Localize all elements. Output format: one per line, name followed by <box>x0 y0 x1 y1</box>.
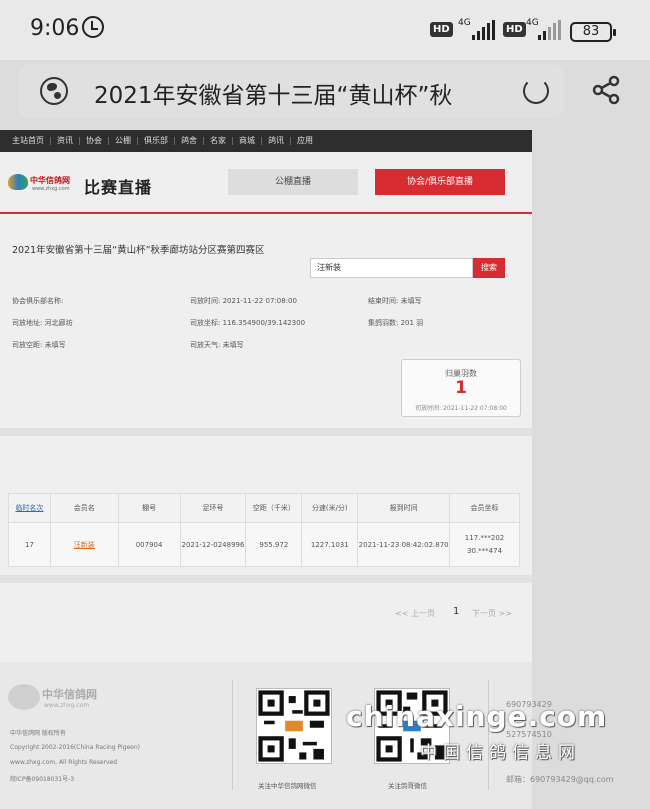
footer-logo-url: www.zhxg.com <box>44 702 90 709</box>
cell-ring: 2021-12-0248996 <box>179 522 247 567</box>
homing-value: 1 <box>455 378 467 398</box>
status-bar: 9:06 HD 4G HD 4G 83 <box>0 0 650 60</box>
col-member: 会员名 <box>49 493 119 523</box>
col-coord: 会员坐标 <box>449 493 520 523</box>
cell-distance: 955.972 <box>245 522 303 567</box>
info-release-time: 司放时间: 2021-11-22 07:08:00 <box>190 297 297 305</box>
col-report-time: 报到时间 <box>357 493 451 523</box>
results-table: 临时名次 会员名 棚号 足环号 空距（千米） 分速(米/分) 报到时间 会员坐标… <box>8 493 520 567</box>
nav-item[interactable]: 鸽舍 <box>175 137 204 145</box>
col-rank[interactable]: 临时名次 <box>8 493 51 523</box>
signal-icon <box>458 20 498 40</box>
globe-icon[interactable] <box>40 77 68 105</box>
pager-current[interactable]: 1 <box>453 606 459 617</box>
search-input[interactable]: 汪新装 <box>310 258 473 278</box>
nav-item[interactable]: 鸽讯 <box>262 137 291 145</box>
signal-icon-2 <box>526 20 566 40</box>
pigeon-logo-icon[interactable] <box>8 174 28 190</box>
footer-copyright: Copyright 2002-2016(China Racing Pigeon) <box>10 744 140 751</box>
info-weather: 司放天气: 未填写 <box>190 341 244 349</box>
tab-public-loft[interactable]: 公棚直播 <box>228 169 358 195</box>
nav-item[interactable]: 资讯 <box>51 137 80 145</box>
nav-item[interactable]: 商城 <box>233 137 262 145</box>
address-bar[interactable]: 2021年安徽省第十三届“黄山杯”秋 <box>18 64 564 118</box>
section-separator <box>0 575 532 583</box>
footer-logo-name: 中华信鸽网 <box>42 688 97 701</box>
cell-rank: 17 <box>8 522 51 567</box>
tab-club[interactable]: 协会/俱乐部直播 <box>375 169 505 195</box>
clock: 9:06 <box>30 16 80 41</box>
footer-logo-icon <box>8 684 40 710</box>
info-release-place: 司放地址: 河北廊坊 <box>12 319 73 327</box>
homing-time: 司放时间: 2021-11-22 07:08:00 <box>415 405 507 412</box>
nav-item[interactable]: 俱乐部 <box>138 137 175 145</box>
footer-rights: 中华信鸽网 版权所有 <box>10 730 66 737</box>
nav-item[interactable]: 主站首页 <box>6 137 51 145</box>
pager-prev[interactable]: << 上一页 <box>395 608 435 619</box>
col-loft: 棚号 <box>117 493 181 523</box>
nav-item[interactable]: 应用 <box>291 137 319 145</box>
share-icon[interactable] <box>590 74 622 106</box>
hd-badge: HD <box>430 22 453 37</box>
footer-all-rights: www.zhxg.com, All Rights Reserved <box>10 759 118 766</box>
reload-icon[interactable] <box>523 78 549 104</box>
col-distance: 空距（千米） <box>245 493 303 523</box>
page-title[interactable]: 2021年安徽省第十三届“黄山杯”秋 <box>94 76 452 110</box>
info-release-coord: 司放坐标: 116.354900/39.142300 <box>190 319 306 327</box>
qr-code-icon <box>256 688 332 764</box>
cell-speed: 1227.1031 <box>301 522 359 567</box>
race-title: 2021年安徽省第十三届“黄山杯”秋季廊坊站分区赛第四赛区 <box>12 245 265 256</box>
footer-icp[interactable]: 皖ICP备09018031号-3 <box>10 774 74 783</box>
info-club: 协会俱乐部名称: <box>12 297 64 305</box>
section-title: 比赛直播 <box>84 178 153 197</box>
site-logo-name[interactable]: 中华信鸽网 <box>30 175 70 186</box>
cell-loft: 007904 <box>117 522 181 567</box>
watermark-cn: 中国信鸽信息网 <box>420 743 581 763</box>
col-speed: 分速(米/分) <box>301 493 359 523</box>
pager-next[interactable]: 下一页 >> <box>472 608 512 619</box>
search-button[interactable]: 搜索 <box>473 258 505 278</box>
homing-count-box: 归巢羽数 1 司放时间: 2021-11-22 07:08:00 <box>401 359 521 417</box>
cell-member[interactable]: 汪新装 <box>49 522 119 567</box>
battery-icon: 83 <box>570 22 616 42</box>
col-ring: 足环号 <box>179 493 247 523</box>
table-header-row: 临时名次 会员名 棚号 足环号 空距（千米） 分速(米/分) 报到时间 会员坐标 <box>8 493 520 523</box>
table-row: 17 汪新装 007904 2021-12-0248996 955.972 12… <box>8 522 520 567</box>
nav-item[interactable]: 协会 <box>80 137 109 145</box>
nav-item[interactable]: 名家 <box>204 137 233 145</box>
cell-report-time: 2021-11-23 08:42:02.870 <box>357 522 451 567</box>
section-separator <box>0 428 532 436</box>
nav-item[interactable]: 公棚 <box>109 137 138 145</box>
cell-coord[interactable]: 117.***202 30.***474 <box>449 522 520 567</box>
info-end-time: 结束时间: 未填写 <box>368 297 422 305</box>
alarm-icon <box>82 16 104 38</box>
site-logo-url: www.zhxg.com <box>32 186 70 192</box>
qr-caption: 关注鸽哥微信 <box>388 782 427 790</box>
qr-caption: 关注中华信鸽网微信 <box>258 782 317 790</box>
divider <box>232 680 233 790</box>
info-airspace: 司放空距: 未填写 <box>12 341 66 349</box>
hd-badge-2: HD <box>503 22 526 37</box>
divider <box>488 680 489 790</box>
divider <box>0 212 532 214</box>
info-count: 集鸽羽数: 201 羽 <box>368 319 424 327</box>
contact-email[interactable]: 邮箱：690793429@qq.com <box>506 774 614 785</box>
footer: 中华信鸽网 www.zhxg.com 中华信鸽网 版权所有 Copyright … <box>0 662 614 809</box>
watermark: chinaxinge.com <box>346 700 608 733</box>
top-nav: 主站首页 资讯 协会 公棚 俱乐部 鸽舍 名家 商城 鸽讯 应用 <box>0 130 532 152</box>
